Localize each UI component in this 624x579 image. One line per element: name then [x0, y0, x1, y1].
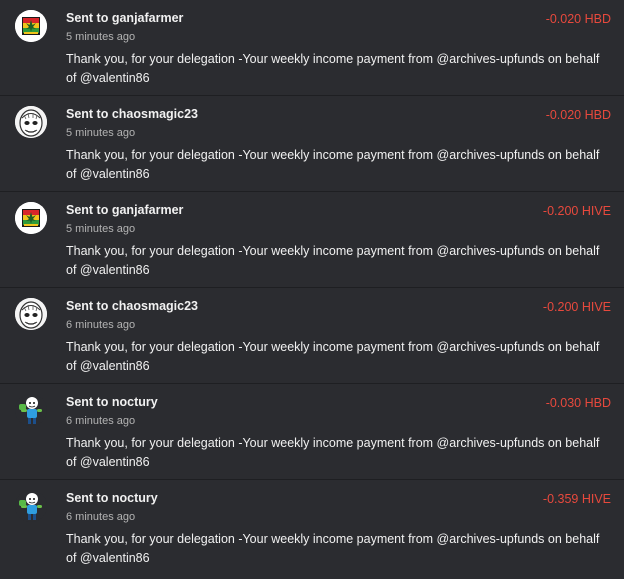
transaction-title: Sent to ganjafarmer — [66, 203, 183, 217]
transaction-amount: -0.020 HBD — [545, 108, 611, 122]
transaction-time: 6 minutes ago — [66, 415, 136, 427]
transaction-title: Sent to chaosmagic23 — [66, 107, 198, 121]
transaction-action: Sent to — [66, 203, 109, 217]
transaction-amount: -0.200 HIVE — [542, 204, 611, 218]
chaosmagic23-avatar-icon[interactable] — [15, 106, 47, 138]
transaction-title: Sent to noctury — [66, 491, 158, 505]
transaction-row: Sent to ganjafarmer 5 minutes ago -0.200… — [0, 192, 624, 288]
transaction-memo: Thank you, for your delegation -Your wee… — [66, 340, 600, 373]
recipient-link[interactable]: ganjafarmer — [112, 203, 184, 217]
transaction-row: Sent to chaosmagic23 6 minutes ago -0.20… — [0, 288, 624, 384]
recipient-link[interactable]: ganjafarmer — [112, 11, 184, 25]
transaction-memo: Thank you, for your delegation -Your wee… — [66, 148, 600, 181]
ganjafarmer-avatar-icon[interactable] — [15, 10, 47, 42]
transaction-time: 5 minutes ago — [66, 31, 136, 43]
transaction-title: Sent to chaosmagic23 — [66, 299, 198, 313]
noctury-avatar-icon[interactable] — [15, 394, 47, 426]
transaction-row: Sent to noctury 6 minutes ago -0.030 HBD… — [0, 384, 624, 480]
transaction-row: Sent to chaosmagic23 5 minutes ago -0.02… — [0, 96, 624, 192]
transaction-time: 6 minutes ago — [66, 511, 136, 523]
transaction-time: 6 minutes ago — [66, 319, 136, 331]
recipient-link[interactable]: chaosmagic23 — [112, 299, 198, 313]
transaction-memo: Thank you, for your delegation -Your wee… — [66, 244, 600, 277]
transaction-memo: Thank you, for your delegation -Your wee… — [66, 52, 600, 85]
transaction-row: Sent to ganjafarmer 5 minutes ago -0.020… — [0, 0, 624, 96]
transaction-amount: -0.359 HIVE — [542, 492, 611, 506]
transaction-amount: -0.200 HIVE — [542, 300, 611, 314]
transaction-title: Sent to ganjafarmer — [66, 11, 183, 25]
recipient-link[interactable]: noctury — [112, 395, 158, 409]
transaction-action: Sent to — [66, 107, 109, 121]
transaction-amount: -0.030 HBD — [545, 396, 611, 410]
transaction-action: Sent to — [66, 299, 109, 313]
transaction-action: Sent to — [66, 491, 109, 505]
chaosmagic23-avatar-icon[interactable] — [15, 298, 47, 330]
transaction-action: Sent to — [66, 11, 109, 25]
transaction-title: Sent to noctury — [66, 395, 158, 409]
noctury-avatar-icon[interactable] — [15, 490, 47, 522]
transaction-amount: -0.020 HBD — [545, 12, 611, 26]
transaction-list: Sent to ganjafarmer 5 minutes ago -0.020… — [0, 0, 624, 576]
transaction-time: 5 minutes ago — [66, 127, 136, 139]
ganjafarmer-avatar-icon[interactable] — [15, 202, 47, 234]
transaction-memo: Thank you, for your delegation -Your wee… — [66, 436, 600, 469]
transaction-memo: Thank you, for your delegation -Your wee… — [66, 532, 600, 565]
transaction-time: 5 minutes ago — [66, 223, 136, 235]
transaction-action: Sent to — [66, 395, 109, 409]
recipient-link[interactable]: chaosmagic23 — [112, 107, 198, 121]
transaction-row: Sent to noctury 6 minutes ago -0.359 HIV… — [0, 480, 624, 576]
recipient-link[interactable]: noctury — [112, 491, 158, 505]
